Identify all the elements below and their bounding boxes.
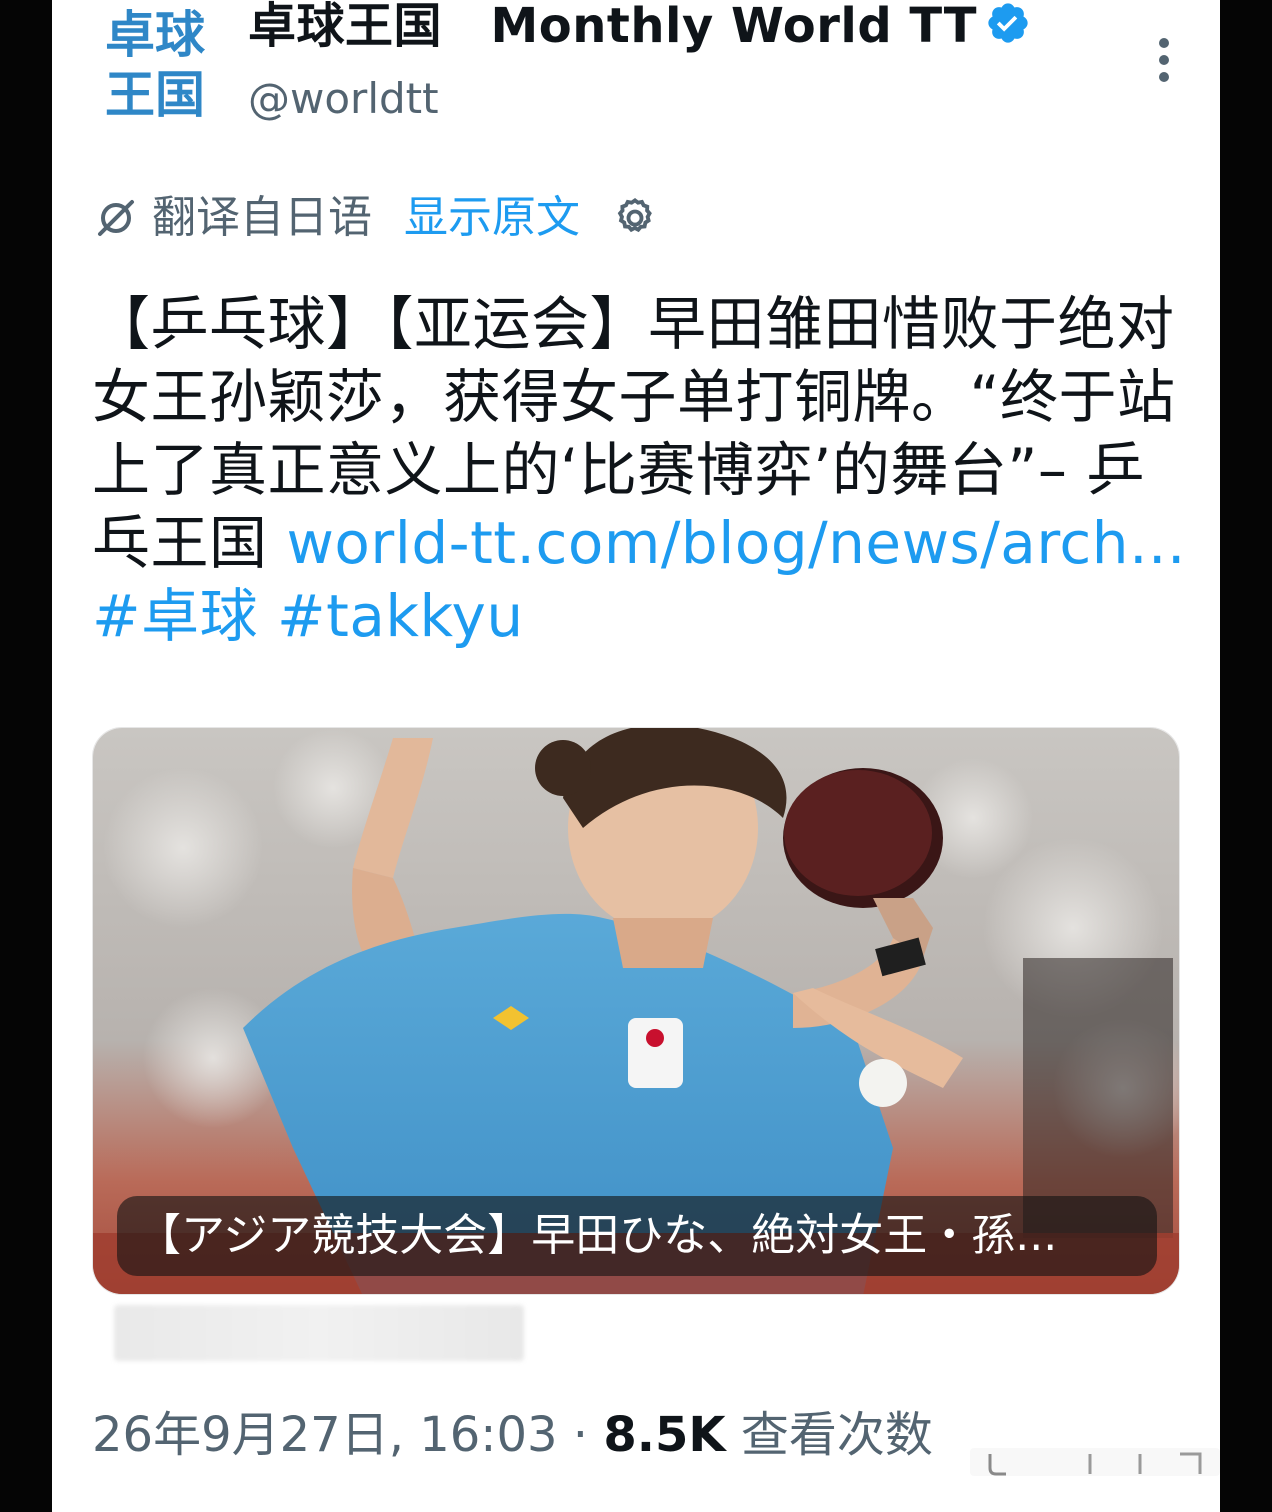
display-name-text: 卓球王国 Monthly World TT (248, 0, 977, 54)
tweet-text: 【乒乓球】【亚运会】早田雏田惜败于绝对女王孙颖莎，获得女子单打铜牌。“终于站上了… (92, 288, 1192, 653)
timestamp[interactable]: 26年9月27日, 16:03 (92, 1407, 558, 1463)
meta-separator: · (557, 1407, 604, 1463)
display-name[interactable]: 卓球王国 Monthly World TT (248, 0, 1031, 52)
avatar[interactable]: 卓球 王国 (96, 0, 214, 122)
link-preview-card[interactable]: 【アジア競技大会】早田ひな、絶対女王・孫... (92, 727, 1180, 1295)
translated-from-label: 翻译自日语 (152, 192, 372, 243)
handle[interactable]: @worldtt (248, 74, 439, 124)
verified-badge-icon (988, 3, 1028, 43)
article-link[interactable]: world-tt.com/blog/news/arch... (286, 509, 1185, 577)
show-original-link[interactable]: 显示原文 (404, 190, 580, 246)
watermark-logo-icon (970, 1448, 1220, 1476)
media-caption: 【アジア競技大会】早田ひな、絶対女王・孫... (117, 1196, 1157, 1276)
hashtag-link[interactable]: #卓球 (92, 582, 258, 650)
screen-border-right (1220, 0, 1272, 1512)
views-count: 8.5K (603, 1407, 726, 1463)
tweet-meta: 26年9月27日, 16:03 · 8.5K 查看次数 (92, 1402, 933, 1468)
hashtag-link[interactable]: #takkyu (277, 582, 524, 650)
gear-icon[interactable] (612, 195, 658, 241)
translate-icon (98, 200, 134, 236)
more-dots-icon[interactable] (1152, 38, 1176, 82)
screen-border-left (0, 0, 52, 1512)
avatar-text-line-1: 卓球 (105, 6, 206, 64)
blurred-region (114, 1305, 524, 1361)
avatar-logo: 卓球 王国 (105, 6, 206, 122)
translation-row: 翻译自日语 显示原文 (94, 190, 658, 246)
avatar-text-line-2: 王国 (105, 66, 205, 122)
tweet-card: 卓球 王国 卓球王国 Monthly World TT @worldtt 翻译自… (52, 0, 1220, 1512)
views-label: 查看次数 (725, 1407, 933, 1463)
